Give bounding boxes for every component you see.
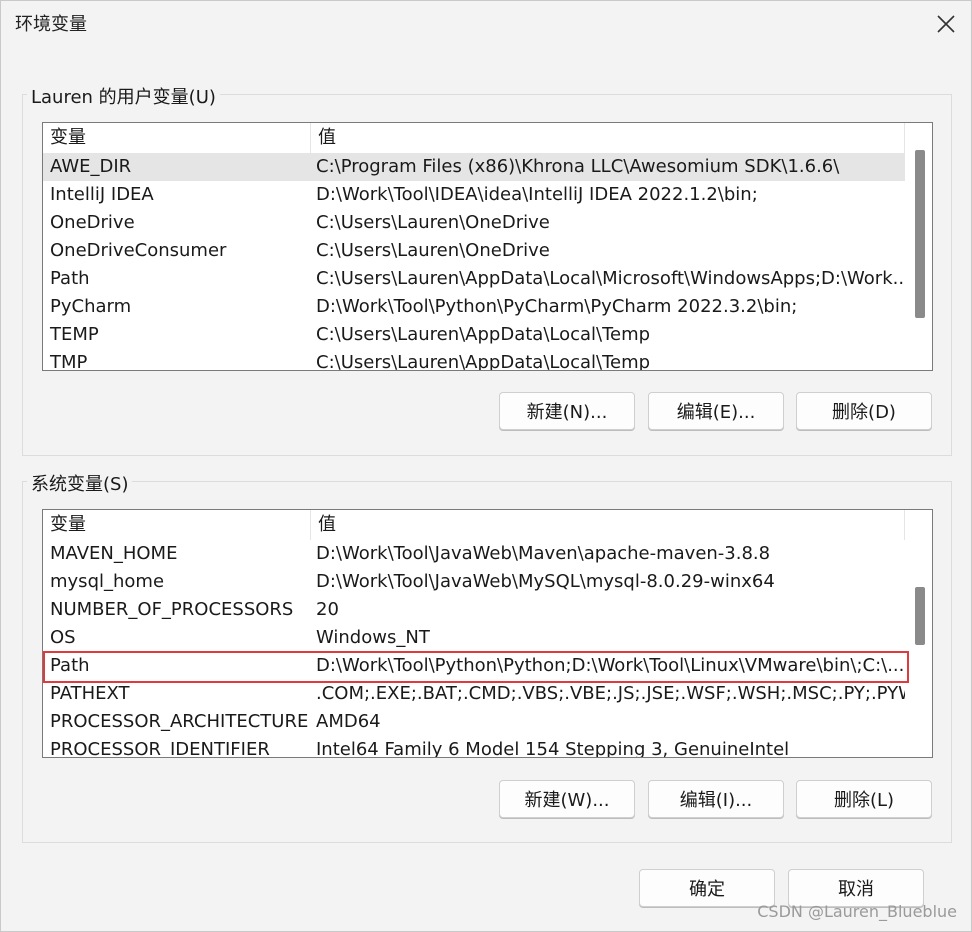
- variable-value: AMD64: [316, 711, 381, 732]
- system-edit-button[interactable]: 编辑(I)...: [648, 780, 784, 818]
- list-header: 变量 值: [43, 510, 905, 540]
- system-delete-button[interactable]: 删除(L): [796, 780, 932, 818]
- variable-value: C:\Program Files (x86)\Khrona LLC\Awesom…: [316, 156, 840, 177]
- variable-name: TEMP: [50, 324, 99, 345]
- table-row[interactable]: Path C:\Users\Lauren\AppData\Local\Micro…: [43, 265, 905, 293]
- variable-value: C:\Users\Lauren\AppData\Local\Temp: [316, 352, 651, 371]
- table-row[interactable]: OneDriveConsumer C:\Users\Lauren\OneDriv…: [43, 237, 905, 265]
- variable-name: PyCharm: [50, 296, 132, 317]
- list-header: 变量 值: [43, 123, 905, 153]
- table-row[interactable]: PROCESSOR_ARCHITECTURE AMD64: [43, 708, 905, 736]
- variable-name: Path: [50, 268, 90, 289]
- variable-name: PROCESSOR_IDENTIFIER: [50, 739, 270, 758]
- variable-value: D:\Work\Tool\Python\PyCharm\PyCharm 2022…: [316, 296, 798, 317]
- system-variables-label: 系统变量(S): [27, 470, 133, 496]
- column-header-variable[interactable]: 变量: [43, 510, 311, 540]
- table-row[interactable]: PATHEXT .COM;.EXE;.BAT;.CMD;.VBS;.VBE;.J…: [43, 680, 905, 708]
- variable-name: MAVEN_HOME: [50, 543, 178, 564]
- vertical-scrollbar[interactable]: [906, 510, 932, 757]
- system-new-button[interactable]: 新建(W)...: [499, 780, 635, 818]
- variable-name: TMP: [50, 352, 88, 371]
- title-bar: 环境变量: [1, 1, 971, 45]
- variable-name: NUMBER_OF_PROCESSORS: [50, 599, 294, 620]
- close-button[interactable]: [933, 11, 959, 37]
- table-row[interactable]: OneDrive C:\Users\Lauren\OneDrive: [43, 209, 905, 237]
- system-variables-list[interactable]: 变量 值 MAVEN_HOME D:\Work\Tool\JavaWeb\Mav…: [42, 509, 933, 758]
- variable-value: .COM;.EXE;.BAT;.CMD;.VBS;.VBE;.JS;.JSE;.…: [316, 683, 905, 704]
- variable-name: IntelliJ IDEA: [50, 184, 154, 205]
- variable-value: D:\Work\Tool\JavaWeb\MySQL\mysql-8.0.29-…: [316, 571, 775, 592]
- variable-value: D:\Work\Tool\IDEA\idea\IntelliJ IDEA 202…: [316, 184, 758, 205]
- variable-name: mysql_home: [50, 571, 165, 592]
- column-header-value[interactable]: 值: [311, 123, 905, 153]
- table-row[interactable]: AWE_DIR C:\Program Files (x86)\Khrona LL…: [43, 153, 905, 181]
- variable-name: PATHEXT: [50, 683, 130, 704]
- table-row[interactable]: mysql_home D:\Work\Tool\JavaWeb\MySQL\my…: [43, 568, 905, 596]
- variable-name: OneDriveConsumer: [50, 240, 227, 261]
- column-header-variable[interactable]: 变量: [43, 123, 311, 153]
- table-row[interactable]: OS Windows_NT: [43, 624, 905, 652]
- variable-value: Intel64 Family 6 Model 154 Stepping 3, G…: [316, 739, 790, 758]
- user-new-button[interactable]: 新建(N)...: [499, 392, 635, 430]
- variable-value: Windows_NT: [316, 627, 430, 648]
- table-row[interactable]: IntelliJ IDEA D:\Work\Tool\IDEA\idea\Int…: [43, 181, 905, 209]
- watermark: CSDN @Lauren_Blueblue: [757, 902, 957, 921]
- table-row[interactable]: TEMP C:\Users\Lauren\AppData\Local\Temp: [43, 321, 905, 349]
- path-row-highlight: [43, 651, 909, 683]
- close-icon: [937, 15, 955, 33]
- user-delete-button[interactable]: 删除(D): [796, 392, 932, 430]
- variable-value: C:\Users\Lauren\AppData\Local\Microsoft\…: [316, 268, 905, 289]
- window-title: 环境变量: [15, 14, 87, 35]
- column-header-value[interactable]: 值: [311, 510, 905, 540]
- variable-value: C:\Users\Lauren\OneDrive: [316, 212, 550, 233]
- variable-value: C:\Users\Lauren\AppData\Local\Temp: [316, 324, 651, 345]
- user-edit-button[interactable]: 编辑(E)...: [648, 392, 784, 430]
- scrollbar-thumb[interactable]: [915, 150, 925, 318]
- variable-name: PROCESSOR_ARCHITECTURE: [50, 711, 309, 732]
- table-row[interactable]: PROCESSOR_IDENTIFIER Intel64 Family 6 Mo…: [43, 736, 905, 758]
- variable-name: AWE_DIR: [50, 156, 132, 177]
- table-row[interactable]: NUMBER_OF_PROCESSORS 20: [43, 596, 905, 624]
- variable-name: OS: [50, 627, 76, 648]
- user-variables-list[interactable]: 变量 值 AWE_DIR C:\Program Files (x86)\Khro…: [42, 122, 933, 371]
- variable-value: 20: [316, 599, 339, 620]
- variable-value: D:\Work\Tool\JavaWeb\Maven\apache-maven-…: [316, 543, 771, 564]
- scrollbar-thumb[interactable]: [915, 587, 925, 645]
- table-row[interactable]: PyCharm D:\Work\Tool\Python\PyCharm\PyCh…: [43, 293, 905, 321]
- variable-name: OneDrive: [50, 212, 135, 233]
- ok-button[interactable]: 确定: [639, 869, 775, 907]
- table-row[interactable]: TMP C:\Users\Lauren\AppData\Local\Temp: [43, 349, 905, 371]
- vertical-scrollbar[interactable]: [906, 123, 932, 370]
- variable-value: C:\Users\Lauren\OneDrive: [316, 240, 550, 261]
- table-row[interactable]: MAVEN_HOME D:\Work\Tool\JavaWeb\Maven\ap…: [43, 540, 905, 568]
- user-variables-label: Lauren 的用户变量(U): [27, 83, 220, 109]
- environment-variables-dialog: 环境变量 Lauren 的用户变量(U) 变量 值 AWE_DIR C:\Pro…: [0, 0, 972, 932]
